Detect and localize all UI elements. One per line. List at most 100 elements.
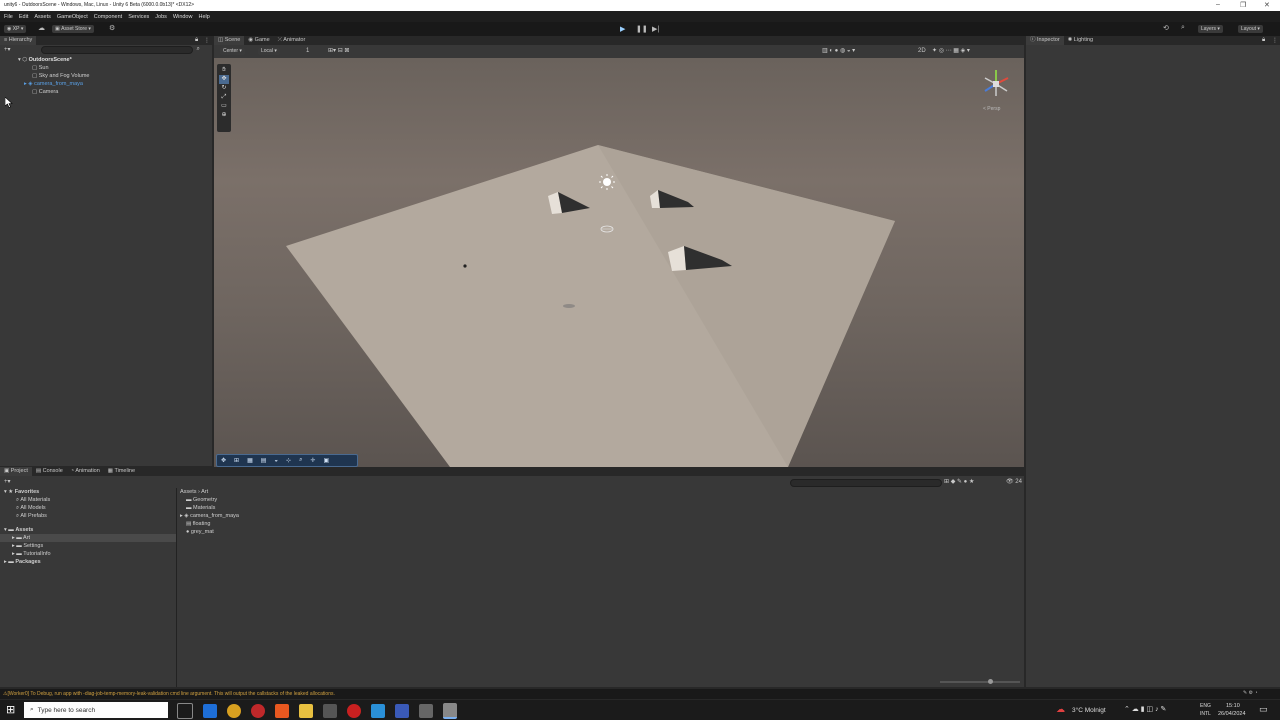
- status-message[interactable]: [Worker0] To Debug, run app with -diag-j…: [7, 691, 334, 697]
- menu-file[interactable]: File: [4, 14, 13, 20]
- tab-scene[interactable]: ◫ Scene: [214, 36, 245, 45]
- favorites-row[interactable]: ▾ ★ Favorites: [0, 488, 176, 496]
- file-explorer-icon[interactable]: [299, 704, 313, 718]
- file-materials[interactable]: ▬ Materials: [178, 504, 1024, 512]
- pivot-icon[interactable]: ⊹: [286, 457, 291, 464]
- tab-console[interactable]: ▤ Console: [32, 467, 67, 476]
- clock-date[interactable]: 26/04/2024: [1218, 711, 1246, 717]
- center-icon[interactable]: ✛: [310, 457, 315, 464]
- camera-icon[interactable]: ▣: [323, 457, 329, 464]
- vscode-icon[interactable]: [203, 704, 217, 718]
- app-blue-icon[interactable]: [395, 704, 409, 718]
- tab-inspector[interactable]: ⓘ Inspector: [1026, 36, 1064, 45]
- settings-icon[interactable]: [323, 704, 337, 718]
- packages-row[interactable]: ▸ ▬ Packages: [0, 558, 176, 566]
- settings-icon[interactable]: ⚙: [109, 24, 115, 32]
- rotate-tool-icon[interactable]: ↻: [219, 84, 229, 93]
- file-camera-from-maya[interactable]: ▸ ◈ camera_from_maya: [178, 512, 1024, 520]
- increment-snap-icon[interactable]: ▦: [247, 457, 253, 464]
- more-icon[interactable]: ⋮: [1272, 37, 1278, 44]
- app-orange-icon[interactable]: [275, 704, 289, 718]
- cloud-icon[interactable]: ☁: [38, 24, 45, 32]
- hierarchy-search-input[interactable]: [40, 45, 193, 54]
- tab-lighting[interactable]: ✺ Lighting: [1064, 36, 1097, 45]
- space-dropdown[interactable]: Local ▾: [258, 48, 280, 55]
- chrome-icon[interactable]: [227, 704, 241, 718]
- transform-tool-icon[interactable]: ⊕: [219, 111, 229, 120]
- file-grey-mat[interactable]: ● grey_mat: [178, 528, 1024, 536]
- record-app-icon[interactable]: [347, 704, 361, 718]
- windows-start-icon[interactable]: ⊞: [6, 703, 15, 716]
- tray-icons[interactable]: ⌃ ☁ ▮ ◫ ♪ ✎: [1124, 705, 1166, 713]
- add-icon[interactable]: +▾: [4, 478, 11, 485]
- grid-snap-icon[interactable]: ⊞: [234, 457, 239, 464]
- favorite-all-models[interactable]: ⌕ All Models: [0, 504, 176, 512]
- weather-text[interactable]: 3°C Molnigt: [1072, 707, 1106, 714]
- more-icon[interactable]: ⋮: [204, 37, 210, 44]
- scene-viewport[interactable]: < Persp ✋︎ ✥ ↻ ⤢ ▭ ⊕ ✥ ⊞ ▦ ▤ ◒ ⊹ ⌕ ✛ ▣: [214, 58, 1024, 467]
- menu-assets[interactable]: Assets: [34, 14, 51, 20]
- scene-row[interactable]: ▾ ⬡ OutdoorsScene*: [0, 56, 212, 64]
- folder-art[interactable]: ▸ ▬ Art: [0, 534, 176, 542]
- scale-tool-icon[interactable]: ⤢: [219, 93, 229, 102]
- menu-gameobject[interactable]: GameObject: [57, 14, 88, 20]
- tab-animator[interactable]: ⤫ Animator: [274, 36, 310, 45]
- lock-icon[interactable]: 🔒︎: [1262, 37, 1265, 44]
- grid-icon[interactable]: ⊞▾ ⊟ ⊠: [328, 47, 349, 54]
- lock-icon[interactable]: 🔒︎: [195, 37, 198, 44]
- project-search-input[interactable]: [790, 479, 942, 487]
- unity-editor-icon[interactable]: [443, 703, 457, 719]
- step-icon[interactable]: ▶|: [652, 25, 659, 33]
- grid-size-value[interactable]: 1: [306, 48, 309, 54]
- orientation-icon[interactable]: ◒: [274, 458, 278, 464]
- scene-gizmo[interactable]: [984, 70, 1009, 96]
- notifications-icon[interactable]: ▭: [1259, 704, 1268, 715]
- tab-game[interactable]: ◉ Game: [244, 36, 273, 45]
- restore-icon[interactable]: ❐: [1240, 1, 1246, 9]
- minimize-icon[interactable]: –: [1216, 1, 1220, 8]
- zoom-slider-handle[interactable]: [988, 679, 993, 684]
- status-icons[interactable]: ✎ ⚙ ◔: [1243, 690, 1257, 696]
- pause-icon[interactable]: ❚❚: [636, 25, 648, 33]
- hierarchy-item-camera[interactable]: ▢ Camera: [0, 88, 212, 96]
- add-icon[interactable]: +▾: [4, 46, 11, 53]
- menu-help[interactable]: Help: [198, 14, 209, 20]
- layout-dropdown[interactable]: Layout ▾: [1238, 25, 1263, 33]
- unity-hub-icon[interactable]: [419, 704, 433, 718]
- assets-row[interactable]: ▾ ▬ Assets: [0, 526, 176, 534]
- hierarchy-item-sun[interactable]: ▢ Sun: [0, 64, 212, 72]
- taskbar-search[interactable]: ⌕ Type here to search: [24, 702, 168, 718]
- favorite-all-materials[interactable]: ⌕ All Materials: [0, 496, 176, 504]
- file-floating[interactable]: ▤ floating: [178, 520, 1024, 528]
- rect-tool-icon[interactable]: ▭: [219, 102, 229, 111]
- opera-icon[interactable]: [251, 704, 265, 718]
- favorite-all-prefabs[interactable]: ⌕ All Prefabs: [0, 512, 176, 520]
- snap-icon[interactable]: ✥: [221, 457, 226, 464]
- pivot-dropdown[interactable]: Center ▾: [220, 48, 245, 55]
- asset-store-button[interactable]: ▣ Asset Store ▾: [52, 25, 94, 33]
- clock-time[interactable]: 15:10: [1226, 703, 1240, 709]
- hand-tool-icon[interactable]: ✋︎: [219, 66, 229, 75]
- tab-timeline[interactable]: ▦ Timeline: [104, 467, 139, 476]
- teams-icon[interactable]: [371, 704, 385, 718]
- persp-label[interactable]: < Persp: [983, 106, 1000, 112]
- play-icon[interactable]: ▶: [620, 25, 625, 33]
- breadcrumb-assets[interactable]: Assets: [180, 489, 197, 495]
- breadcrumb-art[interactable]: Art: [201, 489, 208, 495]
- zoom-slider[interactable]: [940, 679, 1020, 684]
- folder-settings[interactable]: ▸ ▬ Settings: [0, 542, 176, 550]
- filter-icons[interactable]: ⊞ ◆ ✎ ● ★: [944, 478, 974, 485]
- close-icon[interactable]: ✕: [1264, 1, 1270, 9]
- menu-jobs[interactable]: Jobs: [155, 14, 167, 20]
- search-icon[interactable]: ⌕: [1181, 24, 1185, 32]
- hierarchy-item-sky-fog[interactable]: ▢ Sky and Fog Volume: [0, 72, 212, 80]
- search-icon[interactable]: ⌕: [197, 46, 200, 53]
- folder-tutorialinfo[interactable]: ▸ ▬ TutorialInfo: [0, 550, 176, 558]
- hierarchy-item-camera-from-maya[interactable]: ▸ ◈ camera_from_maya: [0, 80, 212, 88]
- history-icon[interactable]: ⟲: [1163, 24, 1169, 32]
- language-indicator[interactable]: ENG: [1200, 703, 1211, 709]
- tab-animation[interactable]: ◔ Animation: [67, 467, 104, 476]
- menu-services[interactable]: Services: [128, 14, 149, 20]
- layers-dropdown[interactable]: Layers ▾: [1198, 25, 1223, 33]
- account-button[interactable]: ◉ XP ▾: [4, 25, 27, 33]
